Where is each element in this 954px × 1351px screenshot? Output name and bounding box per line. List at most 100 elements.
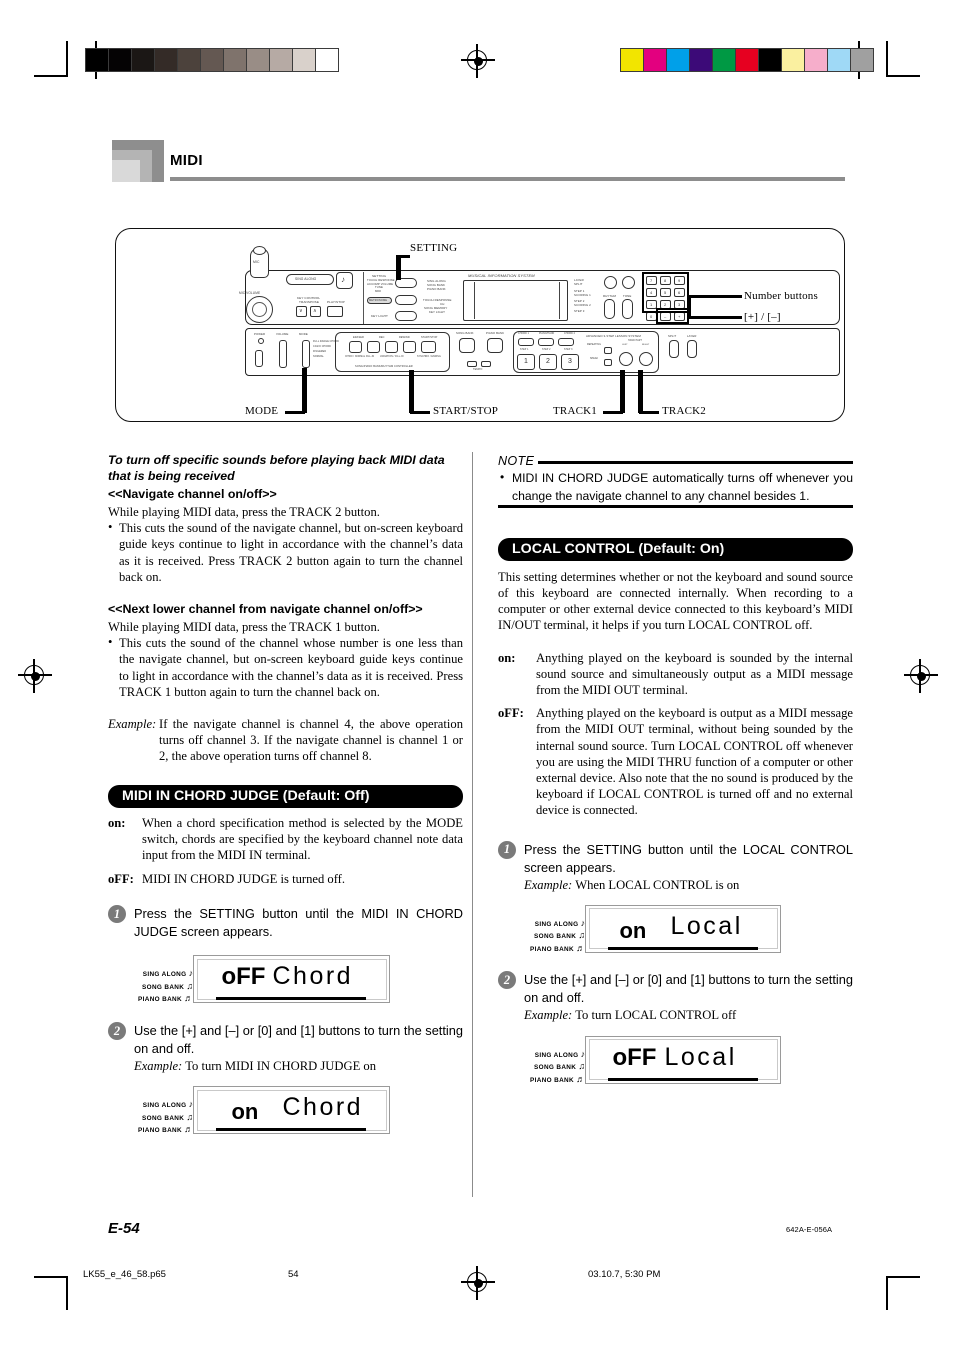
volume-slider[interactable] [279,340,287,368]
local-control-on-term: on: [498,650,516,665]
rhythm-icon-button[interactable] [604,276,617,289]
rec-label: REC [379,336,385,339]
color-swatch [667,49,690,71]
piano-bank-glyph-icon: ♬ [184,993,194,1004]
repeating-button[interactable] [604,347,612,354]
local-control-step-1-example-text: When LOCAL CONTROL is on [575,877,740,892]
piano-hand-label: PIANO/HAND [539,333,555,335]
midi-label: MIDI [375,288,382,293]
rhythm-button[interactable] [604,299,615,319]
tempo-down-button[interactable] [467,361,477,367]
mode-slider[interactable] [302,340,310,368]
lcd-sing-along-row: SING ALONG ♪ [534,917,586,928]
lcd-underline [608,1077,759,1081]
transpose-up-icon: ∧ [313,308,317,314]
local-control-intro: This setting determines whether or not t… [498,569,853,633]
track1-button[interactable] [619,352,633,366]
crop-mark-bl-v [66,1276,68,1310]
lcd-indicator-labels: SING ALONG ♪ SONG BANK ♫ PIANO BANK ♬ [138,1086,193,1137]
speak-button[interactable] [604,359,612,366]
key-light-button[interactable] [395,311,417,321]
lcd-underline [608,946,759,950]
color-swatch [713,49,736,71]
color-swatch [316,49,338,71]
forward-button[interactable] [403,341,416,353]
crop-mark-tl-h [34,75,68,77]
lcd-piano-bank-row: PIANO BANK ♬ [138,1124,194,1135]
note-block: NOTE MIDI IN CHORD JUDGE automatically t… [498,452,853,508]
registration-mark-top [461,44,495,78]
color-swatch [293,49,316,71]
piano-bank-glyph-icon: ♬ [576,942,586,953]
tempo-up-button[interactable] [481,361,491,367]
rec-button[interactable] [367,341,380,353]
next-lower-channel-subhead: <<Next lower channel from navigate chann… [108,602,423,617]
lcd-indicator-labels: SING ALONG ♪ SONG BANK ♫ PIANO BANK ♬ [530,1036,585,1087]
repeating-label: REPEATING [587,344,602,346]
song-bank-button[interactable] [459,338,475,353]
color-swatch [759,49,782,71]
track2-button[interactable] [639,352,653,366]
chord-judge-step-1-text: Press the SETTING button until the MIDI … [134,906,463,940]
left-text-column: To turn off specific sounds before playi… [108,452,463,1137]
lcd-piano-bank-row: PIANO BANK ♬ [530,1073,586,1084]
musical-information-system-label: MUSICAL INFORMATION SYSTEM [468,273,535,278]
callout-plus-minus-line-v [688,295,691,319]
chord2-step-button[interactable] [558,338,574,346]
song-bank-glyph-icon: ♫ [578,1061,586,1072]
start-stop-button[interactable] [421,341,436,353]
chord-judge-off-term: oFF: [108,872,134,887]
local-control-on-def: on: Anything played on the keyboard is s… [498,650,853,699]
callout-start-stop-line-v [409,370,414,413]
chord1-step-button[interactable] [518,338,534,346]
step-2-number-wrap: 2 [498,971,524,1023]
tone-button[interactable] [622,299,633,319]
tone-icon-button[interactable] [622,276,635,289]
power-button[interactable] [258,338,264,344]
display-key-light-label: KEY LIGHT [429,310,445,314]
display-piano-bank-label: PIANO BANK [427,287,446,291]
split-button[interactable] [669,340,679,358]
lcd-indicator-labels: SING ALONG ♪ SONG BANK ♫ PIANO BANK ♬ [138,955,193,1006]
volume-label: VOLUME [276,332,289,336]
step2-panel-label: STEP 2 [542,349,551,351]
mic-label: MIC [253,260,260,264]
manual-page: MIDI MIC MIC VOLUME SING ALONG ♪ KEY CON… [0,0,954,1351]
left-example-block: Example: If the navigate channel is chan… [108,716,463,765]
layer-button[interactable] [687,340,697,358]
lcd-song-bank-row: SONG BANK ♫ [534,930,586,941]
step1-number: 1 [524,358,528,365]
local-control-off-term: oFF: [498,706,524,721]
piano-bank-glyph-icon: ♬ [576,1073,586,1084]
lcd-song-bank-row: SONG BANK ♫ [534,1061,586,1072]
metronome-round-button[interactable] [395,295,417,305]
song-bank-label: SONG BANK [456,331,474,335]
rewind-button[interactable] [385,341,398,353]
step-2-number-wrap: 2 [108,1021,134,1074]
document-code: 642A-E-056A [786,1225,833,1234]
navigate-channel-subhead: <<Navigate channel on/off>> [108,487,277,501]
piano-hand-step-button[interactable] [538,338,554,346]
variation-fillin-label: VARIATION / FILL-IN [380,356,404,358]
color-swatch [621,49,644,71]
callout-mode-line-v [302,368,307,413]
page-title: MIDI [170,152,203,169]
power-slider[interactable] [255,350,263,367]
microphone-note-icon: ♪ [341,275,346,284]
step-badge: 1 [108,905,126,924]
play-stop-button[interactable] [327,306,343,317]
grayscale-calibration-bar [85,48,339,72]
eraser-button[interactable] [349,341,362,353]
step3-panel-label: STEP 3 [564,349,573,351]
song-bank-glyph-icon: ♫ [578,930,586,941]
step2-number: 2 [546,358,550,365]
local-control-step-1: 1 Press the SETTING button until the LOC… [498,840,853,893]
tone-label: TONE [623,294,632,298]
step-badge: 1 [498,840,516,859]
registration-mark-right [904,659,938,693]
step-2-body: Use the [+] and [–] or [0] and [1] butto… [134,1022,463,1074]
piano-bank-button[interactable] [487,338,503,353]
step-1-body: Press the SETTING button until the MIDI … [134,905,463,941]
callout-number-buttons-line [690,295,742,298]
chord2-label: CHORD 2 [564,333,576,335]
